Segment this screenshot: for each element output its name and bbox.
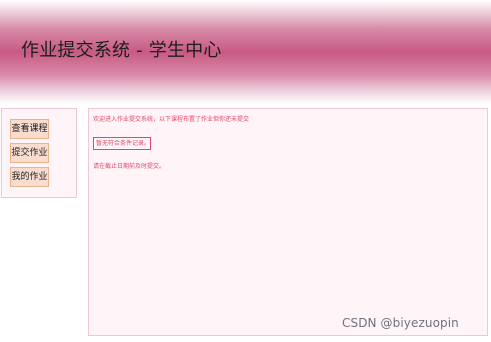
sidebar-item-submit-assignment[interactable]: 提交作业 xyxy=(10,143,49,163)
source-watermark: CSDN @biyezuopin xyxy=(342,316,459,330)
page-title: 作业提交系统 - 学生中心 xyxy=(21,40,222,61)
page-header: 作业提交系统 - 学生中心 xyxy=(0,0,491,104)
deadline-notice: 请在截止日期前及时提交。 xyxy=(93,163,166,170)
student-center-page: 作业提交系统 - 学生中心 查看课程 提交作业 我的作业 欢迎进入作业提交系统，… xyxy=(0,0,491,342)
sidebar-item-my-assignments[interactable]: 我的作业 xyxy=(10,167,49,187)
empty-records-message: 暂无符合条件记录。 xyxy=(93,137,151,150)
sidebar-item-view-courses[interactable]: 查看课程 xyxy=(10,119,49,139)
welcome-message: 欢迎进入作业提交系统，以下课程布置了作业但你还未提交 xyxy=(93,116,250,123)
main-content-panel: 欢迎进入作业提交系统，以下课程布置了作业但你还未提交 暂无符合条件记录。 请在截… xyxy=(88,108,488,336)
sidebar-nav: 查看课程 提交作业 我的作业 xyxy=(1,108,77,198)
